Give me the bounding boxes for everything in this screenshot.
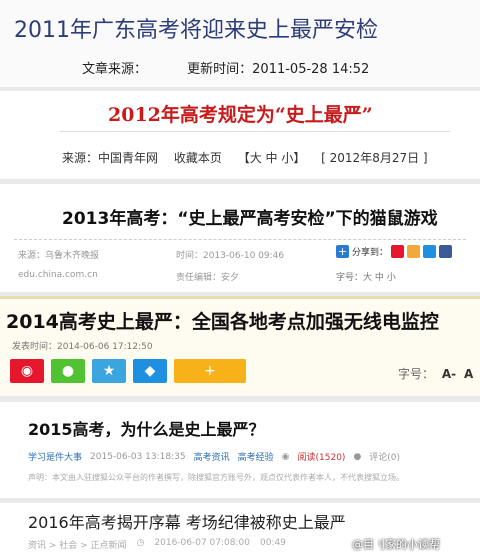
share-buttons: ◉ ● ★ ◆ + bbox=[10, 359, 246, 383]
weibo-icon[interactable]: ◉ bbox=[10, 359, 44, 383]
source: 来源：中国青年网 bbox=[62, 151, 159, 165]
meta-2011: 文章来源： 更新时间：2011-05-28 14:52 bbox=[82, 58, 405, 77]
source: 来源：乌鲁木齐晚报 bbox=[18, 251, 100, 261]
article-2013: 2013年高考：“史上最严高考安检”下的猫鼠游戏 来源：乌鲁木齐晚报 时间：20… bbox=[0, 184, 480, 292]
article-2012: 2012年高考规定为“史上最严” 来源：中国青年网 收藏本页 【大 中 小】 [… bbox=[0, 91, 480, 179]
comments-count[interactable]: 评论(0) bbox=[369, 450, 400, 463]
source-label: 文章来源： bbox=[82, 62, 148, 77]
headline-2013: 2013年高考：“史上最严高考安检”下的猫鼠游戏 bbox=[62, 209, 438, 229]
collect-link[interactable]: 收藏本页 bbox=[174, 151, 222, 165]
editor: 责任编辑：安夕 bbox=[176, 273, 240, 283]
eye-icon: ◉ bbox=[281, 451, 290, 462]
headline-2012: 2012年高考规定为“史上最严” bbox=[108, 104, 373, 126]
more-plus-icon[interactable]: + bbox=[174, 359, 246, 383]
category-link[interactable]: 高考资讯 bbox=[194, 450, 230, 463]
duration: 00:49 bbox=[259, 538, 286, 548]
publish-time: 时间：2013-06-10 09:46 bbox=[176, 251, 285, 261]
author-link[interactable]: 学习是件大事 bbox=[28, 450, 82, 463]
renren-icon[interactable] bbox=[439, 245, 453, 258]
meta-2016: 资讯 > 社会 > 正点新闻 ◷ 2016-06-07 07:08:00 00:… bbox=[28, 538, 286, 551]
wechat-icon[interactable]: ● bbox=[51, 359, 85, 383]
meta-2015: 学习是件大事 2015-06-03 13:18:35 高考资讯 高考经验 ◉ 阅… bbox=[28, 450, 400, 464]
publish-time: 2016-06-07 07:08:00 bbox=[154, 538, 250, 548]
font-size-switch[interactable]: 【大 中 小】 bbox=[238, 151, 306, 165]
views-count: 阅读(1520) bbox=[297, 453, 346, 463]
font-size-switch[interactable]: 字号：大 中 小 bbox=[336, 270, 396, 283]
fontsize-label: 字号： bbox=[398, 367, 435, 381]
date: [ 2012年8月27日 ] bbox=[321, 151, 428, 165]
article-2014: 2014高考史上最严：全国各地考点加强无线电监控 发表时间：2014-06-06… bbox=[0, 296, 480, 396]
headline-2014: 2014高考史上最严：全国各地考点加强无线电监控 bbox=[6, 311, 439, 333]
publish-time: 2015-06-03 13:18:35 bbox=[90, 451, 186, 462]
article-2015: 2015高考，为什么是史上最严？ 学习是件大事 2015-06-03 13:18… bbox=[0, 402, 480, 498]
headline-2015: 2015高考，为什么是史上最严？ bbox=[28, 420, 265, 439]
qq-icon[interactable] bbox=[423, 245, 437, 258]
qzone-icon[interactable] bbox=[407, 245, 421, 258]
font-decrease-button[interactable]: A- bbox=[442, 367, 456, 381]
watermark: @目刂家的小读帮 bbox=[352, 538, 440, 551]
qzone-star-icon[interactable]: ★ bbox=[92, 359, 126, 383]
share-bar: + 分享到： bbox=[336, 245, 453, 258]
divider bbox=[14, 239, 466, 240]
comment-icon: ● bbox=[353, 451, 362, 462]
font-size-controls: 字号： A- A A bbox=[398, 365, 480, 382]
headline-2016: 2016年高考揭开序幕 考场纪律被称史上最严 bbox=[28, 513, 346, 532]
font-normal-button[interactable]: A bbox=[464, 367, 473, 381]
headline-2011: 2011年广东高考将迎来史上最严安检 bbox=[14, 18, 378, 43]
weibo-icon[interactable] bbox=[391, 245, 405, 258]
share-label: 分享到： bbox=[352, 248, 389, 258]
clock-icon: ◷ bbox=[136, 538, 145, 548]
meta-2012: 来源：中国青年网 收藏本页 【大 中 小】 [ 2012年8月27日 ] bbox=[62, 149, 440, 166]
disclaimer: 声明：本文由入驻搜狐公众平台的作者撰写，除搜狐官方账号外，观点仅代表作者本人，不… bbox=[28, 473, 404, 482]
divider bbox=[60, 131, 450, 132]
category-link[interactable]: 高考经验 bbox=[238, 450, 274, 463]
site-url: edu.china.com.cn bbox=[18, 270, 98, 280]
qq-icon[interactable]: ◆ bbox=[133, 359, 167, 383]
breadcrumb[interactable]: 资讯 > 社会 > 正点新闻 bbox=[28, 538, 127, 551]
article-2011: 2011年广东高考将迎来史上最严安检 文章来源： 更新时间：2011-05-28… bbox=[0, 0, 480, 87]
plus-icon[interactable]: + bbox=[336, 245, 349, 258]
publish-time: 发表时间：2014-06-06 17:12:50 bbox=[12, 342, 153, 352]
update-time: 更新时间：2011-05-28 14:52 bbox=[187, 62, 370, 77]
